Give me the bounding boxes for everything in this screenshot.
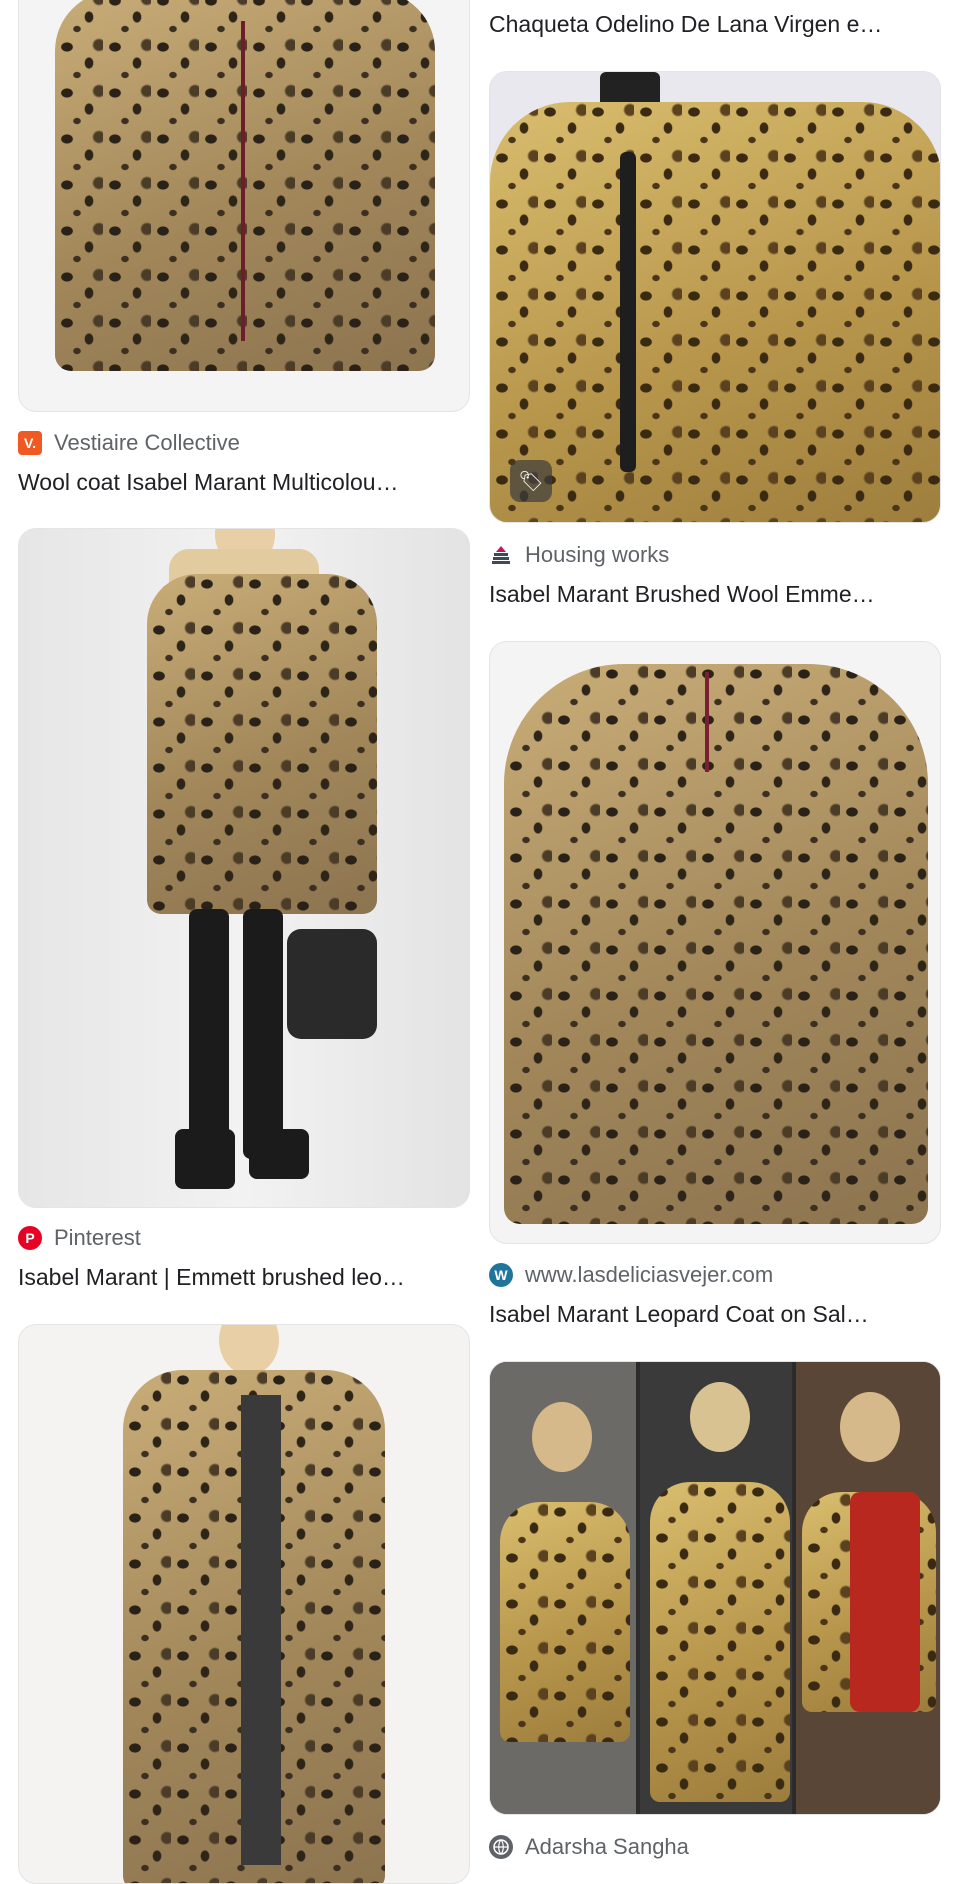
result-image[interactable] bbox=[489, 641, 941, 1244]
vestiaire-collective-icon: V. bbox=[18, 431, 42, 455]
source-name: www.lasdeliciasvejer.com bbox=[525, 1262, 774, 1287]
result-source[interactable]: Housing works bbox=[489, 539, 669, 571]
result-image[interactable] bbox=[18, 1324, 470, 1884]
result-source[interactable]: Adarsha Sangha bbox=[489, 1831, 689, 1863]
result-title[interactable]: Wool coat Isabel Marant Multicolou… bbox=[18, 466, 470, 498]
result-title[interactable]: Isabel Marant Brushed Wool Emme… bbox=[489, 578, 941, 610]
result-image[interactable] bbox=[489, 1361, 941, 1815]
result-source[interactable]: P Pinterest bbox=[18, 1222, 141, 1254]
wordpress-icon: W bbox=[489, 1263, 513, 1287]
result-image[interactable]: 🏷 bbox=[489, 71, 941, 523]
result-title[interactable]: Isabel Marant | Emmett brushed leo… bbox=[18, 1261, 470, 1293]
source-name: Adarsha Sangha bbox=[525, 1834, 689, 1859]
result-image[interactable] bbox=[18, 0, 470, 412]
source-name: Housing works bbox=[525, 542, 670, 567]
source-name: Pinterest bbox=[54, 1225, 141, 1250]
result-source[interactable]: V. Vestiaire Collective bbox=[18, 427, 240, 459]
result-title[interactable]: Isabel Marant Leopard Coat on Sal… bbox=[489, 1298, 941, 1330]
housing-works-icon bbox=[489, 543, 513, 567]
source-name: Vestiaire Collective bbox=[54, 430, 240, 455]
result-image[interactable] bbox=[18, 528, 470, 1208]
pinterest-icon: P bbox=[18, 1226, 42, 1250]
globe-icon bbox=[489, 1835, 513, 1859]
tag-icon[interactable]: 🏷 bbox=[510, 460, 552, 502]
result-title[interactable]: Chaqueta Odelino De Lana Virgen e… bbox=[489, 8, 941, 40]
result-source[interactable]: W www.lasdeliciasvejer.com bbox=[489, 1259, 773, 1291]
